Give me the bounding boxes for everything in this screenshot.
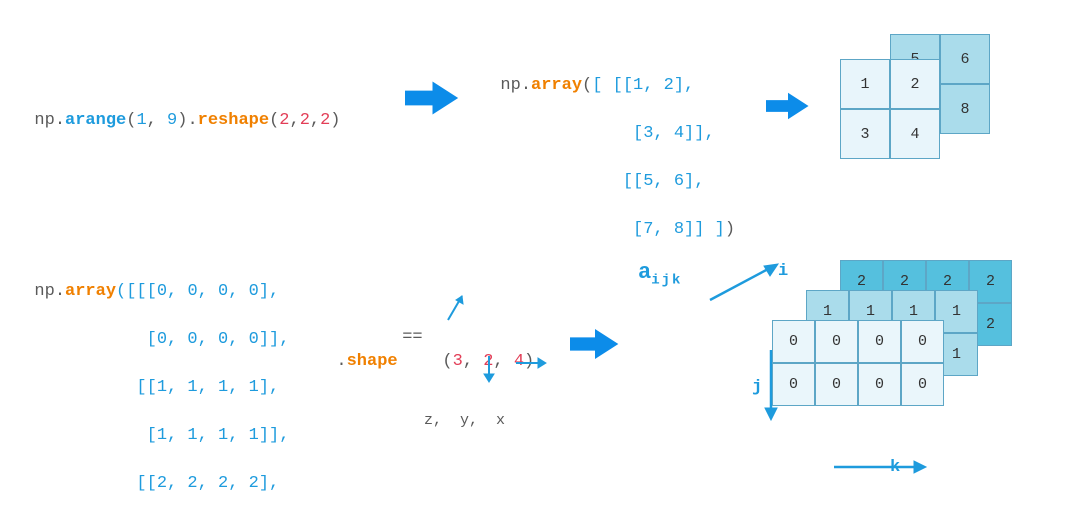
flow-arrow-icon	[766, 88, 810, 124]
code-arange-reshape: np.arange(1, 9).reshape(2,2,2)	[14, 85, 341, 133]
stack-cell: 0	[815, 320, 858, 363]
cube-cell: 1	[840, 59, 890, 109]
stack-cell: 0	[901, 320, 944, 363]
stack-cell: 0	[815, 363, 858, 406]
stack-cell: 0	[858, 320, 901, 363]
arange-fn: arange	[65, 111, 126, 130]
shape-label: .shape	[316, 326, 398, 374]
cube-cell: 6	[940, 34, 990, 84]
cube-cell: 8	[940, 84, 990, 134]
array-fn: array	[65, 282, 116, 301]
flow-arrow-icon	[570, 324, 620, 364]
stack-cell: 0	[858, 363, 901, 406]
axis-arrow-icon	[444, 290, 468, 329]
stack-324-diagram: 222222221111111100000000	[772, 260, 1072, 470]
stack-cell: 0	[901, 363, 944, 406]
np-kw: np	[34, 111, 54, 130]
cube-cell: 3	[840, 109, 890, 159]
axis-arrow-icon	[480, 354, 498, 389]
cube-cell: 2	[890, 59, 940, 109]
stack-cell: 0	[772, 320, 815, 363]
code-array-222: np.array([ [[1, 2], [3, 4]], [[5, 6], [7…	[480, 50, 735, 242]
cube-cell: 4	[890, 109, 940, 159]
array-fn: array	[531, 76, 582, 95]
j-label: j	[752, 378, 762, 397]
flow-arrow-icon	[405, 78, 460, 118]
stack-cell: 0	[772, 363, 815, 406]
reshape-fn: reshape	[198, 111, 269, 130]
aijk-label: aijk	[638, 260, 682, 288]
zyx-label: z, y, x	[424, 412, 505, 429]
axis-arrow-icon	[514, 354, 548, 377]
code-array-324: np.array([[[0, 0, 0, 0], [0, 0, 0, 0]], …	[14, 256, 300, 512]
cube-222-diagram: 5 6 7 8 1 2 3 4	[830, 34, 1030, 184]
